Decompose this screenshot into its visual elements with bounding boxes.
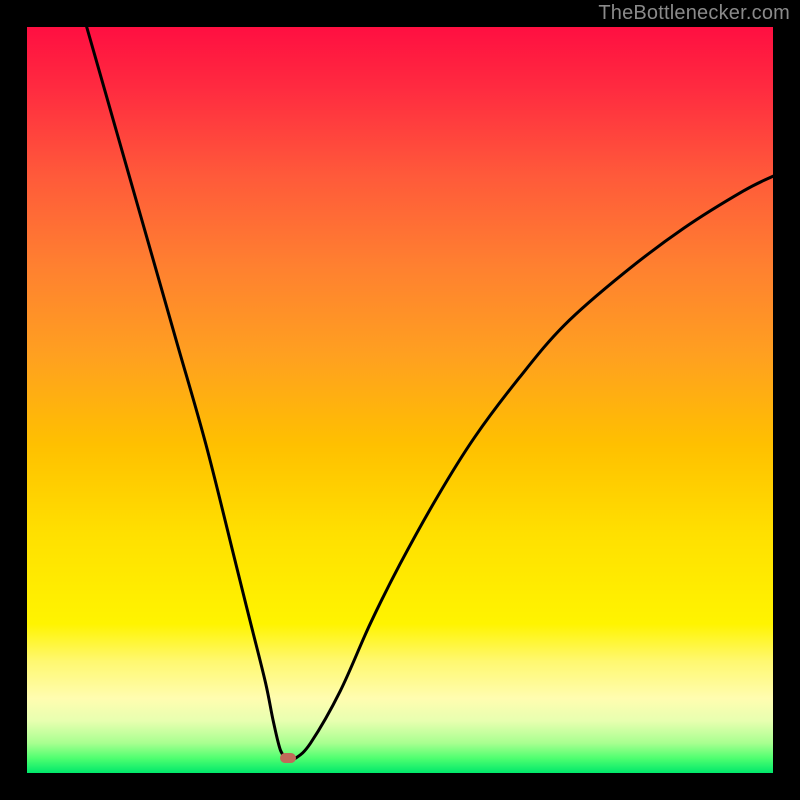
chart-area: [27, 27, 773, 773]
bottleneck-curve: [27, 27, 773, 773]
watermark-text: TheBottlenecker.com: [598, 2, 790, 25]
optimal-point-marker: [280, 753, 296, 763]
